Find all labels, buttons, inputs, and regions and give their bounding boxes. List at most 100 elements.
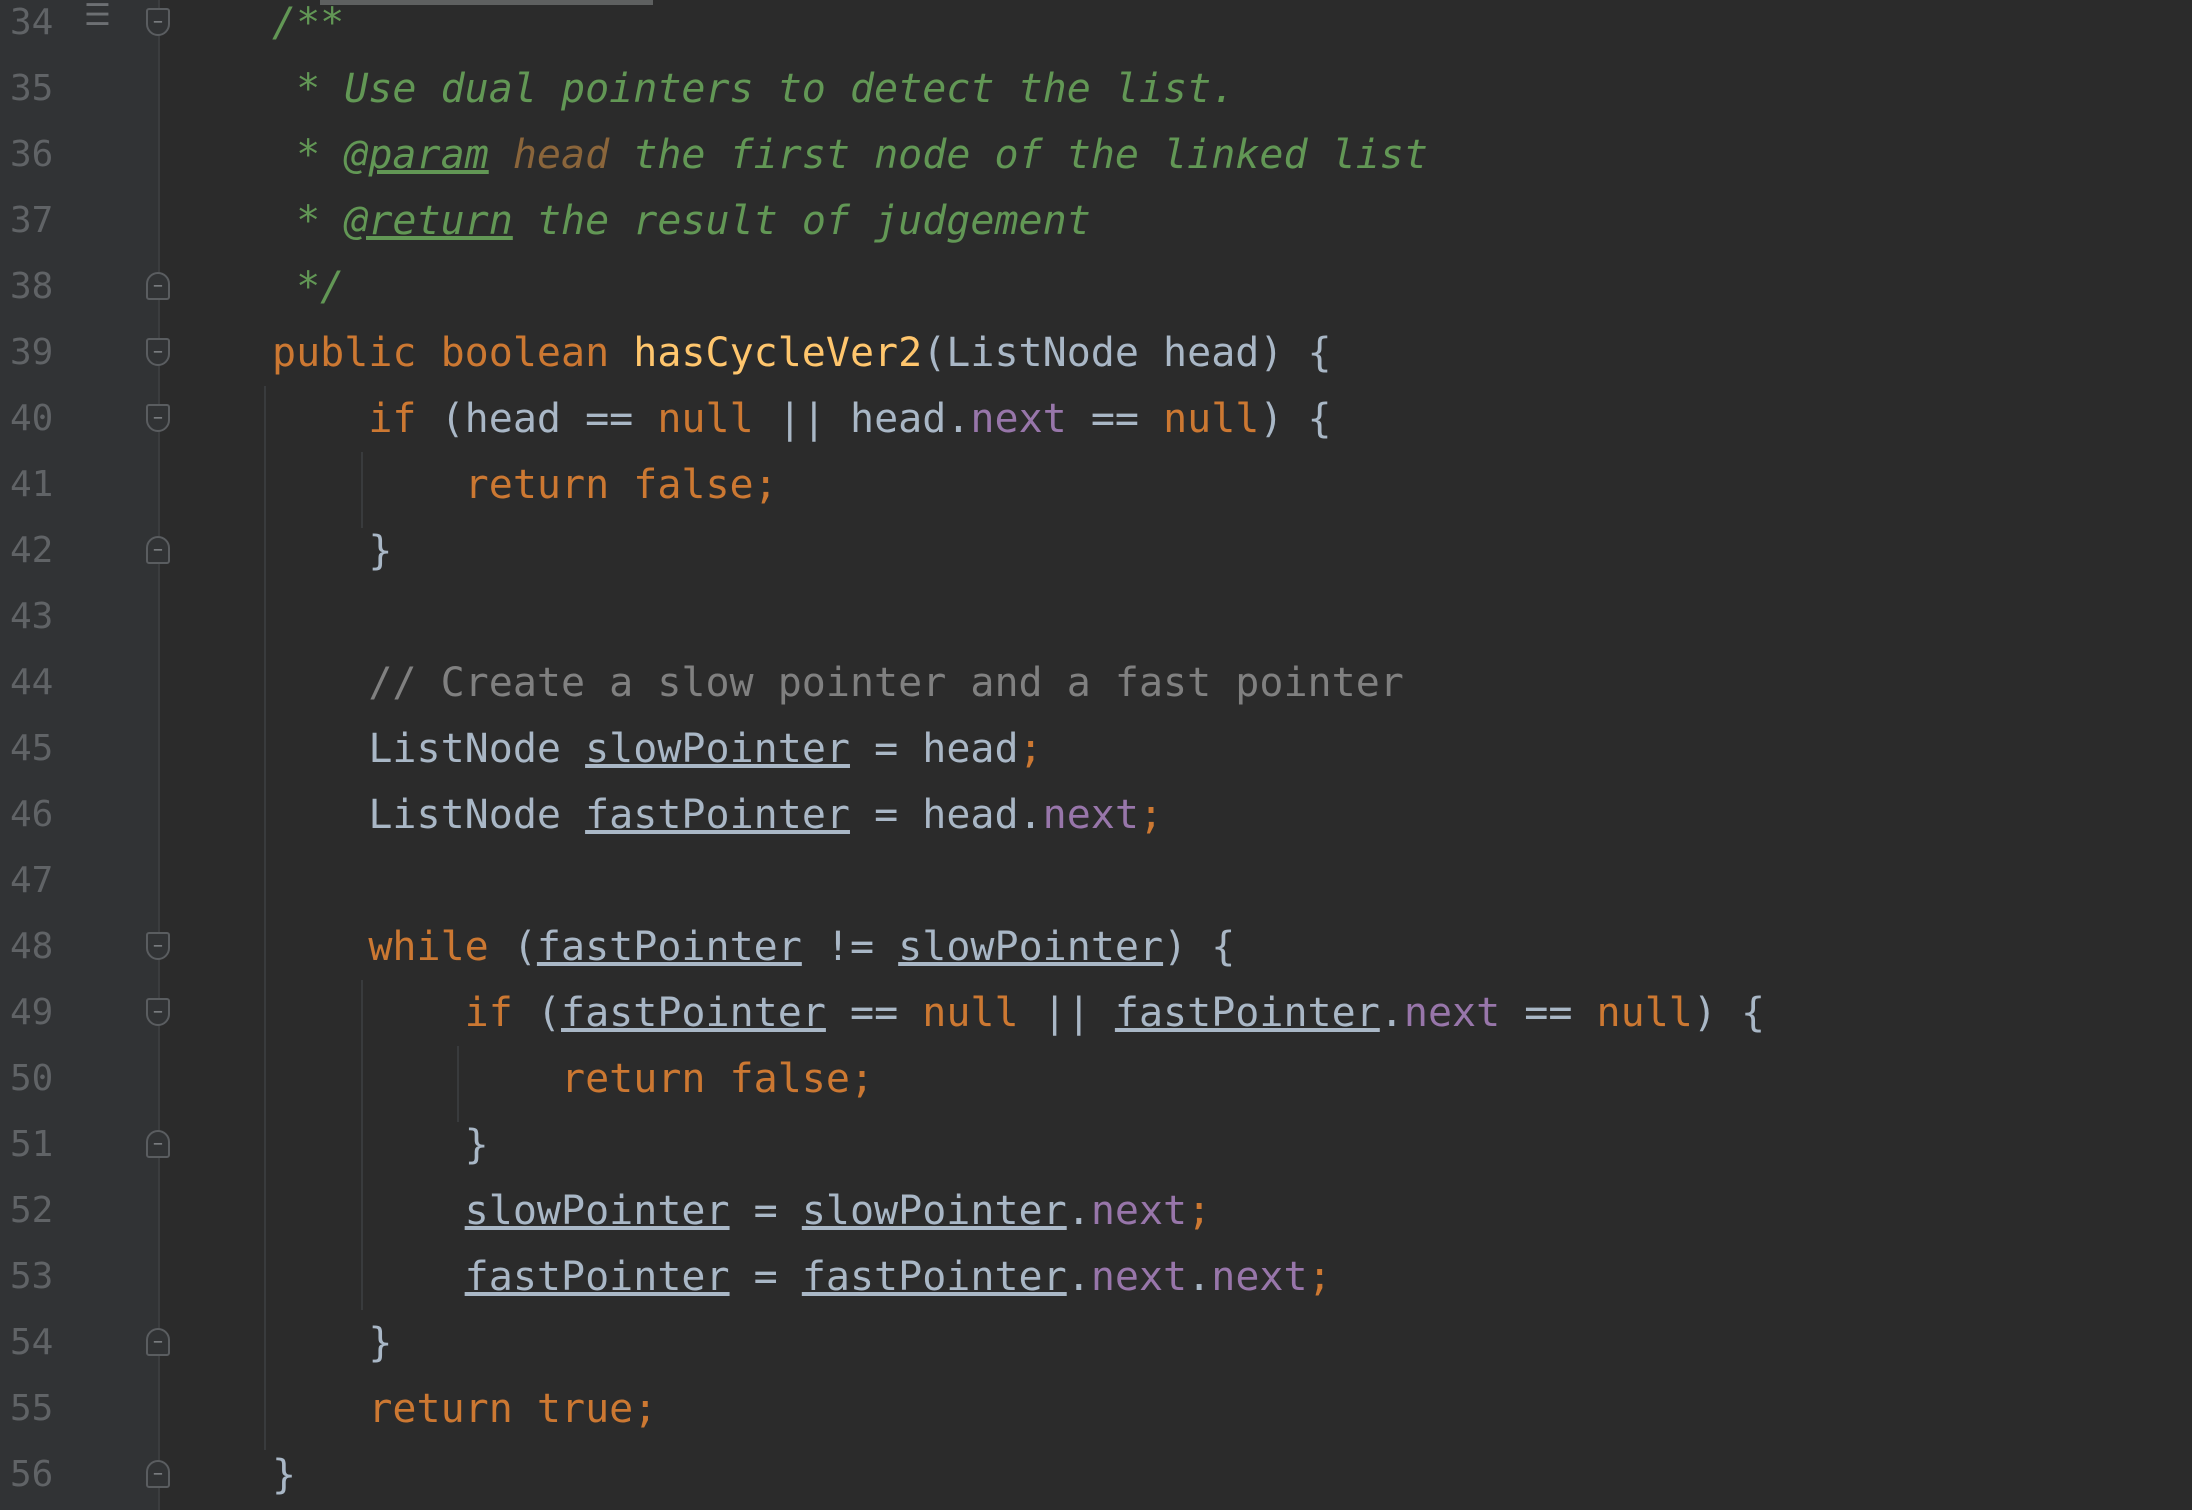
line-number[interactable]: 55 xyxy=(10,1376,70,1442)
code-line-41[interactable]: 41 return false; xyxy=(0,452,2192,518)
fold-close-icon[interactable]: − xyxy=(146,1328,170,1356)
structure-lines-icon[interactable]: ☰ xyxy=(84,0,120,34)
code-text[interactable]: return false; xyxy=(272,452,778,518)
line-number[interactable]: 34 xyxy=(10,0,70,56)
line-number[interactable]: 37 xyxy=(10,188,70,254)
code-token: slowPointer xyxy=(898,924,1164,970)
code-token: if xyxy=(464,990,513,1036)
code-line-50[interactable]: 50 return false; xyxy=(0,1046,2192,1112)
code-token: * Use dual pointers to detect the list. xyxy=(272,66,1236,112)
code-line-45[interactable]: 45 ListNode slowPointer = head; xyxy=(0,716,2192,782)
code-line-34[interactable]: 34 ☰ − /** xyxy=(0,0,2192,56)
code-line-51[interactable]: 51 − } xyxy=(0,1112,2192,1178)
code-line-47[interactable]: 47 xyxy=(0,848,2192,914)
code-text[interactable]: if (fastPointer == null || fastPointer.n… xyxy=(272,980,1765,1046)
code-line-54[interactable]: 54 − } xyxy=(0,1310,2192,1376)
fold-close-icon[interactable]: − xyxy=(146,536,170,564)
code-text[interactable]: } xyxy=(272,1112,489,1178)
code-text[interactable]: return true; xyxy=(272,1376,657,1442)
line-number[interactable]: 42 xyxy=(10,518,70,584)
line-number[interactable]: 45 xyxy=(10,716,70,782)
code-line-46[interactable]: 46 ListNode fastPointer = head.next; xyxy=(0,782,2192,848)
code-token: slowPointer xyxy=(801,1188,1067,1234)
line-number[interactable]: 49 xyxy=(10,980,70,1046)
code-text[interactable]: return false; xyxy=(272,1046,874,1112)
line-number[interactable]: 43 xyxy=(10,584,70,650)
code-token: next xyxy=(970,396,1067,442)
code-token: ) { xyxy=(1259,396,1332,442)
line-number[interactable]: 36 xyxy=(10,122,70,188)
code-text[interactable]: * @param head the first node of the link… xyxy=(272,122,1428,188)
code-token: fastPointer xyxy=(464,1254,730,1300)
fold-open-icon[interactable]: − xyxy=(146,338,170,366)
code-text[interactable]: ListNode slowPointer = head; xyxy=(272,716,1042,782)
line-number[interactable]: 40 xyxy=(10,386,70,452)
code-text[interactable]: /** xyxy=(272,0,344,56)
line-number[interactable]: 56 xyxy=(10,1442,70,1508)
code-text[interactable]: public boolean hasCycleVer2(ListNode hea… xyxy=(272,320,1332,386)
code-text[interactable]: */ xyxy=(272,254,344,320)
line-number[interactable]: 47 xyxy=(10,848,70,914)
code-line-36[interactable]: 36 * @param head the first node of the l… xyxy=(0,122,2192,188)
code-text[interactable]: ListNode fastPointer = head.next; xyxy=(272,782,1163,848)
code-line-37[interactable]: 37 * @return the result of judgement xyxy=(0,188,2192,254)
code-line-48[interactable]: 48 − while (fastPointer != slowPointer) { xyxy=(0,914,2192,980)
line-number[interactable]: 52 xyxy=(10,1178,70,1244)
code-editor[interactable]: 34 ☰ −/** 35 * Use dual pointers to detect … xyxy=(0,0,2192,1510)
code-line-55[interactable]: 55 return true; xyxy=(0,1376,2192,1442)
code-token: /** xyxy=(272,0,345,46)
line-number[interactable]: 53 xyxy=(10,1244,70,1310)
line-number[interactable]: 54 xyxy=(10,1310,70,1376)
code-line-49[interactable]: 49 − if (fastPointer == null || fastPoint… xyxy=(0,980,2192,1046)
code-line-42[interactable]: 42 − } xyxy=(0,518,2192,584)
fold-open-icon[interactable]: − xyxy=(146,998,170,1026)
code-line-44[interactable]: 44 // Create a slow pointer and a fast p… xyxy=(0,650,2192,716)
code-line-43[interactable]: 43 xyxy=(0,584,2192,650)
code-token: . xyxy=(1066,1188,1091,1234)
code-text[interactable]: * Use dual pointers to detect the list. xyxy=(272,56,1235,122)
line-number[interactable]: 46 xyxy=(10,782,70,848)
line-number[interactable]: 50 xyxy=(10,1046,70,1112)
code-text[interactable]: } xyxy=(272,518,392,584)
code-text[interactable]: fastPointer = fastPointer.next.next; xyxy=(272,1244,1332,1310)
line-number[interactable]: 44 xyxy=(10,650,70,716)
code-line-56[interactable]: 56 −} xyxy=(0,1442,2192,1508)
line-number[interactable]: 39 xyxy=(10,320,70,386)
fold-close-icon[interactable]: − xyxy=(146,1460,170,1488)
code-text[interactable]: while (fastPointer != slowPointer) { xyxy=(272,914,1235,980)
code-text[interactable]: if (head == null || head.next == null) { xyxy=(272,386,1332,452)
code-token: || head. xyxy=(753,396,971,442)
code-line-35[interactable]: 35 * Use dual pointers to detect the lis… xyxy=(0,56,2192,122)
code-text[interactable]: * @return the result of judgement xyxy=(272,188,1091,254)
fold-close-icon[interactable]: − xyxy=(146,1130,170,1158)
line-number[interactable]: 51 xyxy=(10,1112,70,1178)
line-number[interactable]: 48 xyxy=(10,914,70,980)
code-line-38[interactable]: 38 − */ xyxy=(0,254,2192,320)
code-token: return false; xyxy=(464,462,778,508)
line-number[interactable]: 41 xyxy=(10,452,70,518)
line-number[interactable]: 38 xyxy=(10,254,70,320)
code-line-40[interactable]: 40 − if (head == null || head.next == nul… xyxy=(0,386,2192,452)
code-token: fastPointer xyxy=(585,792,850,838)
code-token: fastPointer xyxy=(801,1254,1067,1300)
code-text[interactable]: } xyxy=(272,1442,296,1508)
fold-close-icon[interactable]: − xyxy=(146,272,170,300)
code-token: next xyxy=(1403,990,1501,1036)
fold-open-icon[interactable]: − xyxy=(146,932,170,960)
code-text[interactable]: } xyxy=(272,1310,392,1376)
code-line-39[interactable]: 39 − public boolean hasCycleVer2(ListNode … xyxy=(0,320,2192,386)
code-line-52[interactable]: 52 slowPointer = slowPointer.next; xyxy=(0,1178,2192,1244)
code-token: != xyxy=(801,924,899,970)
line-number[interactable]: 35 xyxy=(10,56,70,122)
code-text[interactable]: // Create a slow pointer and a fast poin… xyxy=(272,650,1404,716)
code-token: @return xyxy=(344,198,513,244)
code-text[interactable]: slowPointer = slowPointer.next; xyxy=(272,1178,1212,1244)
fold-open-icon[interactable]: − xyxy=(146,8,170,36)
code-token: next xyxy=(1042,792,1139,838)
code-line-53[interactable]: 53 fastPointer = fastPointer.next.next; xyxy=(0,1244,2192,1310)
fold-open-icon[interactable]: − xyxy=(146,404,170,432)
